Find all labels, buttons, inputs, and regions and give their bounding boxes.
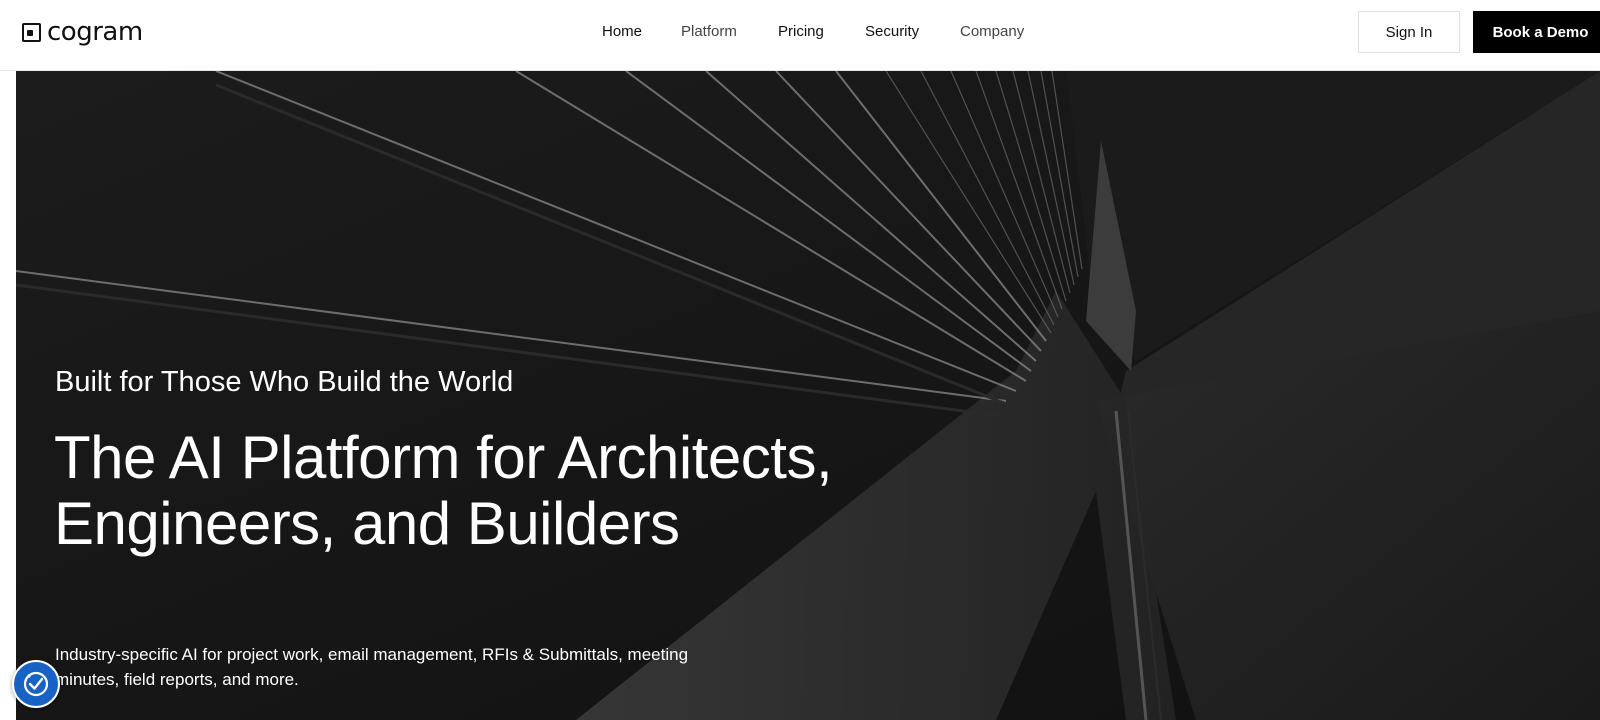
logo-wordmark: cogram — [47, 17, 143, 47]
logo-mark-icon — [22, 22, 41, 42]
sign-in-button[interactable]: Sign In — [1358, 11, 1460, 53]
nav-home[interactable]: Home — [602, 22, 642, 42]
nav-security[interactable]: Security — [865, 22, 919, 42]
hero-eyebrow: Built for Those Who Build the World — [55, 366, 514, 398]
accessibility-widget-button[interactable] — [12, 660, 60, 708]
cogram-logo[interactable]: cogram — [22, 17, 143, 47]
hero-title: The AI Platform for Architects, Engineer… — [54, 424, 833, 557]
nav-platform[interactable]: Platform — [681, 22, 737, 42]
site-header: cogram Home Platform Pricing Security Co… — [0, 0, 1600, 71]
accessibility-check-icon — [23, 671, 49, 697]
hero-description: Industry-specific AI for project work, e… — [55, 645, 689, 689]
hero-section: Built for Those Who Build the World The … — [16, 71, 1600, 720]
book-demo-button[interactable]: Book a Demo — [1473, 11, 1600, 53]
nav-pricing[interactable]: Pricing — [778, 22, 824, 42]
nav-company[interactable]: Company — [960, 22, 1024, 42]
